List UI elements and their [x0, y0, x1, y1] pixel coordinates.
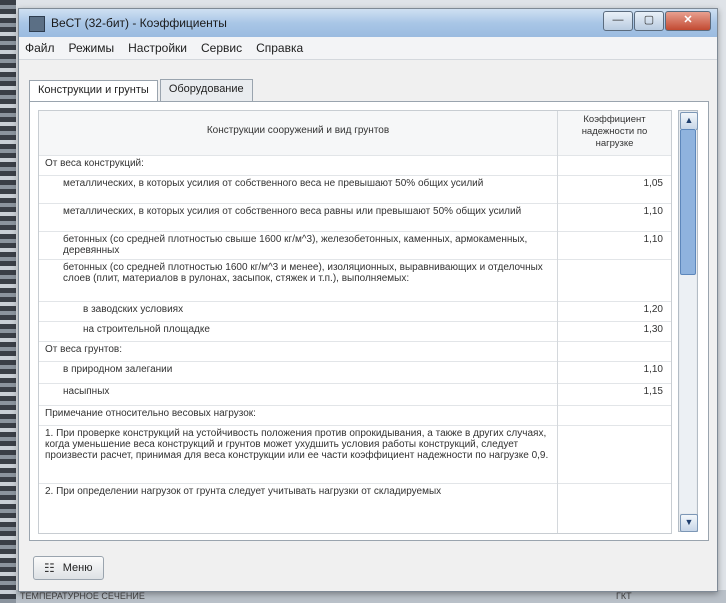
table-row[interactable]: насыпных 1,15	[39, 383, 671, 406]
row-value: 1,20	[557, 301, 671, 321]
row-text: в заводских условиях	[83, 304, 184, 315]
tab-structures-and-soils[interactable]: Конструкции и грунты	[29, 80, 158, 102]
close-button[interactable]: ✕	[665, 11, 711, 31]
table-row[interactable]: на строительной площадке 1,30	[39, 321, 671, 342]
table-row[interactable]: 2. При определении нагрузок от грунта сл…	[39, 483, 671, 533]
menu-service[interactable]: Сервис	[201, 41, 242, 55]
row-text: металлических, в которых усилия от собст…	[63, 178, 484, 189]
table-header: Конструкции сооружений и вид грунтов Коэ…	[39, 111, 671, 156]
menu-bar: Файл Режимы Настройки Сервис Справка	[19, 37, 717, 60]
tab-bar: Конструкции и грунты Оборудование	[29, 79, 255, 102]
scroll-thumb[interactable]	[680, 129, 696, 275]
row-value	[557, 425, 671, 483]
row-text: в природном залегании	[63, 364, 173, 375]
minimize-button[interactable]: —	[603, 11, 633, 31]
tab-equipment[interactable]: Оборудование	[159, 79, 253, 101]
table-row[interactable]: 1. При проверке конструкций на устойчиво…	[39, 425, 671, 484]
title-bar[interactable]: ВеСТ (32-бит) - Коэффициенты — ▢ ✕	[19, 9, 717, 37]
row-text: Примечание относительно весовых нагрузок…	[45, 408, 256, 419]
coefficients-table: Конструкции сооружений и вид грунтов Коэ…	[38, 110, 672, 534]
scroll-up-icon[interactable]: ▲	[680, 112, 698, 130]
row-value	[557, 155, 671, 175]
menu-button[interactable]: ☷ Меню	[33, 556, 104, 580]
row-text: бетонных (со средней плотностью свыше 16…	[63, 234, 528, 256]
background-left-edge	[0, 0, 16, 603]
row-text: бетонных (со средней плотностью 1600 кг/…	[63, 262, 543, 284]
column-header-structures: Конструкции сооружений и вид грунтов	[206, 125, 390, 136]
menu-icon: ☷	[44, 561, 55, 575]
row-value: 1,30	[557, 321, 671, 341]
table-row[interactable]: бетонных (со средней плотностью 1600 кг/…	[39, 259, 671, 302]
menu-settings[interactable]: Настройки	[128, 41, 187, 55]
row-value	[557, 405, 671, 425]
menu-help[interactable]: Справка	[256, 41, 303, 55]
row-value: 1,10	[557, 231, 671, 259]
window-controls: — ▢ ✕	[603, 11, 711, 31]
row-value	[557, 341, 671, 361]
row-value: 1,10	[557, 361, 671, 383]
app-icon	[29, 16, 45, 32]
window-title: ВеСТ (32-бит) - Коэффициенты	[51, 16, 227, 30]
menu-file[interactable]: Файл	[25, 41, 55, 55]
scroll-down-icon[interactable]: ▼	[680, 514, 698, 532]
table-row[interactable]: в природном залегании 1,10	[39, 361, 671, 384]
table-row[interactable]: металлических, в которых усилия от собст…	[39, 203, 671, 232]
maximize-button[interactable]: ▢	[634, 11, 664, 31]
row-value: 1,05	[557, 175, 671, 203]
row-text: От веса грунтов:	[45, 344, 122, 355]
row-text: насыпных	[63, 386, 110, 397]
row-text: 2. При определении нагрузок от грунта сл…	[45, 486, 442, 497]
row-text: От веса конструкций:	[45, 158, 144, 169]
column-header-coefficient: Коэффициент надежности по нагрузке	[557, 111, 671, 155]
row-value: 1,10	[557, 203, 671, 231]
table-row[interactable]: в заводских условиях 1,20	[39, 301, 671, 322]
row-text: на строительной площадке	[83, 324, 210, 335]
table-row[interactable]: Примечание относительно весовых нагрузок…	[39, 405, 671, 426]
row-text: металлических, в которых усилия от собст…	[63, 206, 522, 217]
table-row[interactable]: бетонных (со средней плотностью свыше 16…	[39, 231, 671, 260]
app-window: ВеСТ (32-бит) - Коэффициенты — ▢ ✕ Файл …	[18, 8, 718, 592]
row-value: 1,15	[557, 383, 671, 405]
vertical-scrollbar[interactable]: ▲ ▼	[678, 110, 698, 532]
row-value	[557, 259, 671, 301]
tab-panel: Конструкции сооружений и вид грунтов Коэ…	[29, 101, 709, 541]
row-text: 1. При проверке конструкций на устойчиво…	[45, 428, 549, 461]
menu-button-label: Меню	[62, 562, 93, 574]
table-row[interactable]: От веса грунтов:	[39, 341, 671, 362]
row-value	[557, 483, 671, 533]
table-row[interactable]: металлических, в которых усилия от собст…	[39, 175, 671, 204]
table-row[interactable]: От веса конструкций:	[39, 155, 671, 176]
menu-modes[interactable]: Режимы	[69, 41, 115, 55]
